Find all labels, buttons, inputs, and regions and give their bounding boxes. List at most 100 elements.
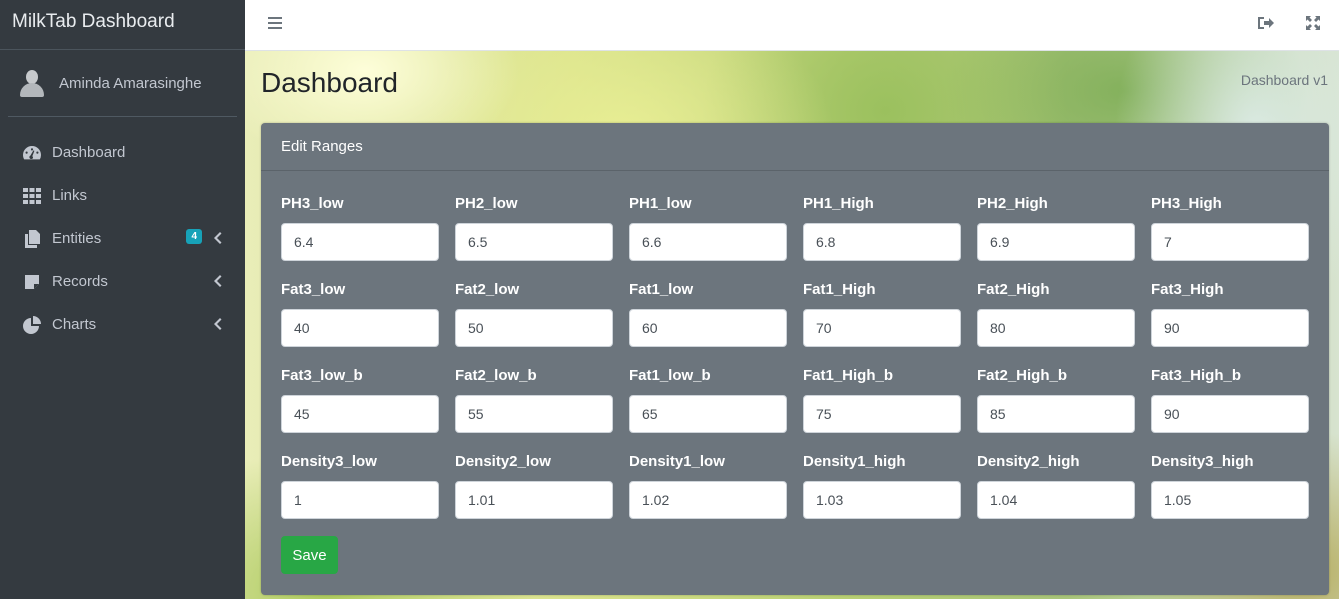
sidebar-item-label: Links [52,187,88,204]
range-field: Fat1_low_b [629,367,787,433]
user-panel[interactable]: Aminda Amarasinghe [8,50,237,117]
range-field: Fat2_low [455,281,613,347]
content-wrapper: Dashboard Dashboard v1 Edit Ranges PH3_l… [245,51,1339,599]
range-field-label: PH2_low [455,195,518,212]
range-field: PH3_low [281,195,439,261]
range-field: Density2_low [455,453,613,519]
range-input[interactable] [629,395,787,433]
range-field: Density3_high [1151,453,1309,519]
range-field-label: Density3_high [1151,453,1254,470]
sidebar-item-label: Dashboard [52,144,126,161]
range-input[interactable] [803,223,961,261]
range-field: PH1_High [803,195,961,261]
range-input[interactable] [1151,309,1309,347]
range-field-label: PH3_High [1151,195,1222,212]
avatar [18,69,46,97]
count-badge: 4 [186,229,202,244]
range-field: PH3_High [1151,195,1309,261]
sidebar-item-charts[interactable]: Charts [0,303,245,346]
range-input[interactable] [803,481,961,519]
range-input[interactable] [1151,481,1309,519]
copy-icon [22,229,42,249]
range-field-label: PH3_low [281,195,344,212]
breadcrumb[interactable]: Dashboard v1 [1241,72,1328,88]
sidebar-item-label: Entities [52,230,102,247]
range-input[interactable] [281,481,439,519]
range-input[interactable] [455,223,613,261]
range-field-label: Fat3_low_b [281,367,363,384]
range-field: Fat1_High [803,281,961,347]
range-field-label: Density2_low [455,453,551,470]
range-field: Fat2_High_b [977,367,1135,433]
range-field-label: Fat1_High [803,281,876,298]
sidebar: MilkTab Dashboard Aminda Amarasinghe Das… [0,0,245,599]
range-input[interactable] [281,309,439,347]
top-navbar [245,0,1339,51]
sidebar-item-links[interactable]: Links [0,174,245,217]
range-input[interactable] [803,395,961,433]
sidebar-item-dashboard[interactable]: Dashboard [0,131,245,174]
range-field-label: PH2_High [977,195,1048,212]
range-field: PH2_High [977,195,1135,261]
range-field: Density1_low [629,453,787,519]
range-field-label: Fat2_High_b [977,367,1068,384]
range-input[interactable] [629,481,787,519]
range-input[interactable] [281,223,439,261]
tachometer-icon [22,143,42,163]
save-button[interactable]: Save [281,536,338,574]
range-input[interactable] [1151,395,1309,433]
chevron-left-icon[interactable] [212,272,222,290]
sidebar-item-records[interactable]: Records [0,260,245,303]
range-input[interactable] [977,309,1135,347]
range-field-label: Fat2_low [455,281,520,298]
range-input[interactable] [803,309,961,347]
card-title: Edit Ranges [261,123,1329,171]
sign-out-icon[interactable] [1255,13,1275,33]
range-input[interactable] [455,309,613,347]
range-field-label: Fat3_low [281,281,346,298]
range-field: Density1_high [803,453,961,519]
range-field: Fat1_High_b [803,367,961,433]
range-input[interactable] [1151,223,1309,261]
sidebar-nav: Dashboard Links Entities 4 Records Chart… [0,131,245,346]
range-field-label: Fat1_High_b [803,367,894,384]
range-field: Fat3_High_b [1151,367,1309,433]
pie-chart-icon [22,315,42,335]
range-input[interactable] [455,481,613,519]
user-name[interactable]: Aminda Amarasinghe [59,75,202,92]
sidebar-item-entities[interactable]: Entities 4 [0,217,245,260]
range-field: Fat3_low_b [281,367,439,433]
range-field: Fat2_High [977,281,1135,347]
range-field-label: Fat3_High [1151,281,1224,298]
range-field-label: Fat3_High_b [1151,367,1242,384]
range-field: Fat3_low [281,281,439,347]
range-input[interactable] [977,481,1135,519]
menu-icon[interactable] [267,14,285,32]
fullscreen-icon[interactable] [1303,13,1323,33]
range-input[interactable] [629,309,787,347]
brand-title[interactable]: MilkTab Dashboard [0,0,245,50]
range-field: Density3_low [281,453,439,519]
chevron-left-icon[interactable] [212,315,222,333]
range-field: PH2_low [455,195,613,261]
range-input[interactable] [977,223,1135,261]
range-field: Density2_high [977,453,1135,519]
edit-ranges-card: Edit Ranges PH3_low PH2_low PH1_low PH1_Hig… [261,123,1329,595]
grid-icon [22,186,42,206]
page-title: Dashboard [261,67,398,98]
range-input[interactable] [455,395,613,433]
range-input[interactable] [629,223,787,261]
range-field: Fat1_low [629,281,787,347]
sticky-note-icon [22,272,42,292]
range-field-label: PH1_High [803,195,874,212]
range-input[interactable] [977,395,1135,433]
range-field-label: Density1_low [629,453,725,470]
range-input[interactable] [281,395,439,433]
range-field-label: Fat1_low_b [629,367,711,384]
range-field-label: Fat2_High [977,281,1050,298]
range-field-label: PH1_low [629,195,692,212]
chevron-left-icon[interactable] [212,229,222,247]
range-field: Fat3_High [1151,281,1309,347]
range-field-label: Fat1_low [629,281,694,298]
sidebar-item-label: Charts [52,316,97,333]
